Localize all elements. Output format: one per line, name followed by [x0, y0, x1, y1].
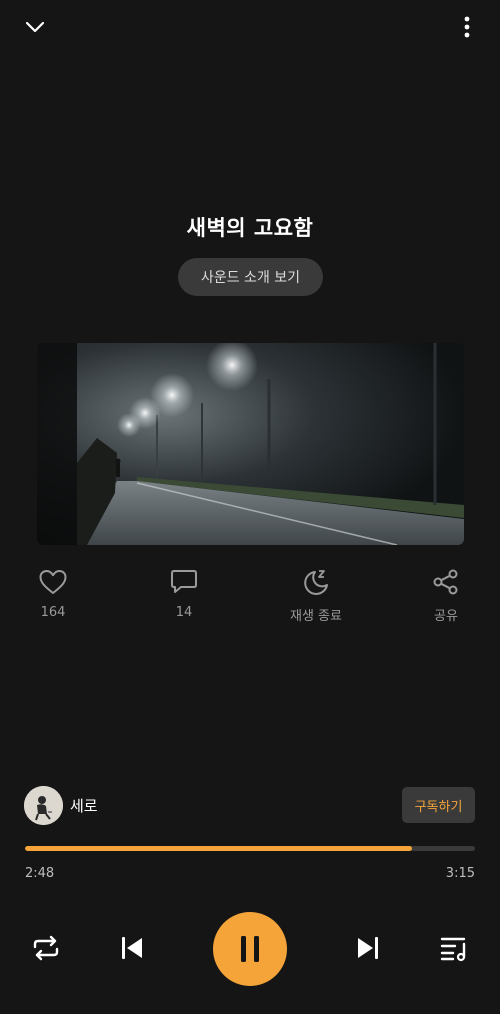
playlist-icon: [440, 937, 466, 962]
pause-icon: [241, 936, 259, 962]
playback-controls: [0, 910, 500, 988]
chevron-down-icon: [25, 21, 45, 33]
top-bar: [0, 0, 500, 56]
share-button[interactable]: 공유: [401, 568, 491, 632]
like-button[interactable]: 164: [8, 568, 98, 632]
previous-button[interactable]: [114, 930, 150, 966]
pause-button[interactable]: [213, 912, 287, 986]
next-button[interactable]: [350, 930, 386, 966]
playlist-button[interactable]: [436, 930, 472, 966]
heart-icon: [39, 570, 67, 594]
comment-icon: [171, 570, 197, 593]
progress-fill: [25, 846, 412, 851]
repeat-button[interactable]: [28, 930, 64, 966]
track-title: 새벽의 고요함: [186, 216, 314, 240]
progress-bar[interactable]: [25, 846, 475, 851]
action-row: 164 14 재생 종료 공유: [0, 568, 500, 632]
moon-sleep-icon: [304, 570, 328, 595]
artist-avatar[interactable]: [24, 786, 63, 825]
skip-previous-icon: [122, 937, 142, 959]
current-time: 2:48: [25, 866, 55, 881]
skip-next-icon: [358, 937, 378, 959]
repeat-icon: [33, 935, 59, 961]
total-time: 3:15: [445, 866, 475, 881]
share-label: 공유: [434, 609, 458, 624]
sleep-timer-button[interactable]: 재생 종료: [271, 568, 361, 632]
collapse-button[interactable]: [18, 12, 52, 42]
comment-count: 14: [175, 605, 193, 620]
artist-row: 세로 구독하기: [0, 786, 500, 826]
subscribe-button[interactable]: 구독하기: [402, 787, 475, 823]
more-vertical-icon: [464, 16, 470, 38]
sound-intro-button[interactable]: 사운드 소개 보기: [178, 258, 323, 296]
like-count: 164: [40, 605, 66, 620]
sleep-timer-label: 재생 종료: [290, 609, 342, 624]
comment-button[interactable]: 14: [139, 568, 229, 632]
artist-name[interactable]: 세로: [70, 795, 98, 816]
share-icon: [433, 569, 458, 595]
more-options-button[interactable]: [452, 12, 482, 42]
track-artwork: [37, 343, 464, 545]
